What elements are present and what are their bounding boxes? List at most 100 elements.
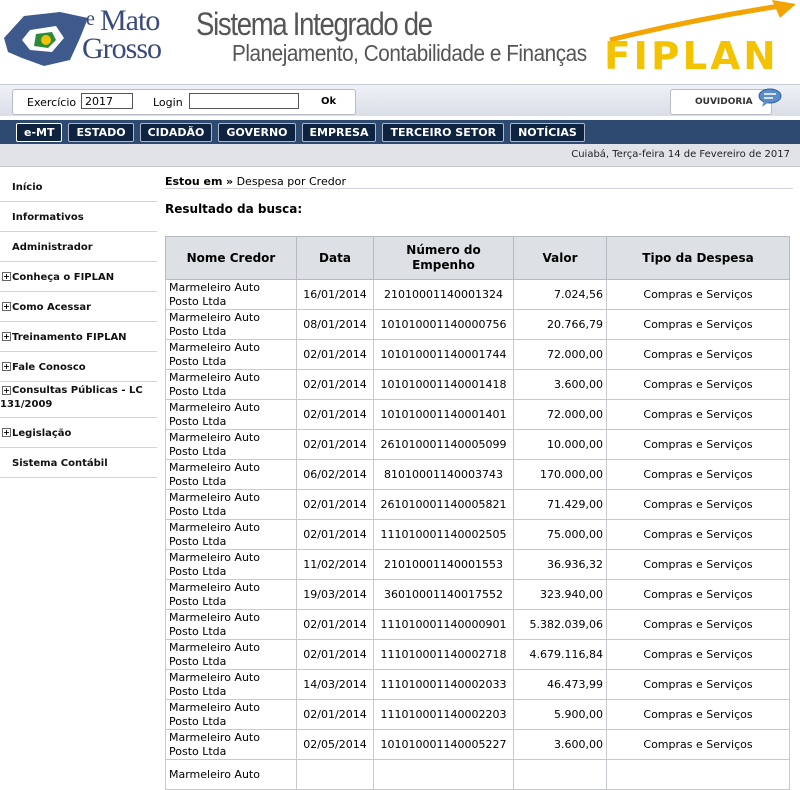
cell-data: 14/03/2014 bbox=[296, 669, 374, 700]
table-row: Marmeleiro Auto Posto Ltda 16/01/2014 2101… bbox=[165, 279, 790, 310]
cell-valor: 4.679.116,84 bbox=[513, 639, 607, 670]
cell-credor: Marmeleiro Auto Posto Ltda bbox=[165, 639, 297, 670]
cell-valor: 170.000,00 bbox=[513, 459, 607, 490]
nav-tab-0[interactable]: e-MT bbox=[16, 123, 63, 142]
fiplan-brand: FIPLAN bbox=[604, 34, 779, 78]
cell-valor: 36.936,32 bbox=[513, 549, 607, 580]
expand-plus-icon[interactable]: + bbox=[2, 332, 11, 341]
sidebar-item-label: Sistema Contábil bbox=[12, 458, 108, 469]
cell-data: 02/01/2014 bbox=[296, 339, 374, 370]
expand-plus-icon[interactable]: + bbox=[2, 428, 11, 437]
col-header-credor: Nome Credor bbox=[165, 236, 297, 280]
cell-tipo: Compras e Serviços bbox=[606, 699, 790, 730]
ouvidoria-label: OUVIDORIA bbox=[695, 97, 753, 107]
table-row: Marmeleiro Auto Posto Ltda 08/01/2014 1010… bbox=[165, 309, 790, 340]
login-field[interactable] bbox=[189, 93, 299, 109]
cell-empenho: 21010001140001324 bbox=[373, 279, 514, 310]
sidebar-item-label: Treinamento FIPLAN bbox=[12, 332, 127, 343]
sidebar-item-2[interactable]: Administrador bbox=[0, 232, 157, 262]
sidebar-item-label: Administrador bbox=[12, 242, 93, 253]
cell-tipo: Compras e Serviços bbox=[606, 549, 790, 580]
nav-tab-6[interactable]: NOTÍCIAS bbox=[510, 123, 585, 142]
cell-empenho: 111010001140002718 bbox=[373, 639, 514, 670]
expand-plus-icon[interactable]: + bbox=[2, 302, 11, 311]
cell-tipo: Compras e Serviços bbox=[606, 639, 790, 670]
nav-tab-2[interactable]: CIDADÃO bbox=[139, 123, 213, 142]
sidebar-item-label: Informativos bbox=[12, 212, 84, 223]
cell-tipo: Compras e Serviços bbox=[606, 579, 790, 610]
sidebar-item-4[interactable]: + Como Acessar bbox=[0, 292, 157, 322]
sidebar-item-label: Início bbox=[12, 182, 43, 193]
sidebar-item-7[interactable]: + Consultas Públicas - LC 131/2009 bbox=[0, 382, 157, 418]
nav-tab-4[interactable]: EMPRESA bbox=[301, 123, 377, 142]
cell-data: 02/01/2014 bbox=[296, 609, 374, 640]
table-row: Marmeleiro Auto Posto Ltda 02/01/2014 1010… bbox=[165, 369, 790, 400]
breadcrumb-prefix: Estou em bbox=[165, 175, 223, 188]
table-row: Marmeleiro Auto Posto Ltda 02/01/2014 1110… bbox=[165, 639, 790, 670]
ok-button[interactable]: Ok bbox=[321, 96, 336, 107]
cell-tipo: Compras e Serviços bbox=[606, 609, 790, 640]
sidebar-item-3[interactable]: + Conheça o FIPLAN bbox=[0, 262, 157, 292]
sidebar: Início Informativos Administrador + Conheça … bbox=[0, 172, 157, 478]
cell-empenho: 111010001140002505 bbox=[373, 519, 514, 550]
nav-tab-5[interactable]: TERCEIRO SETOR bbox=[382, 123, 505, 142]
cell-credor: Marmeleiro Auto Posto Ltda bbox=[165, 729, 297, 760]
exercicio-field[interactable]: 2017 bbox=[81, 93, 133, 109]
cell-valor: 20.766,79 bbox=[513, 309, 607, 340]
cell-valor: 10.000,00 bbox=[513, 429, 607, 460]
cell-empenho: 21010001140001553 bbox=[373, 549, 514, 580]
cell-valor: 323.940,00 bbox=[513, 579, 607, 610]
current-date: Cuiabá, Terça-feira 14 de Fevereiro de 2… bbox=[571, 149, 790, 160]
breadcrumb-divider bbox=[165, 188, 793, 189]
cell-credor: Marmeleiro Auto Posto Ltda bbox=[165, 579, 297, 610]
cell-valor: 71.429,00 bbox=[513, 489, 607, 520]
nav-tab-3[interactable]: GOVERNO bbox=[218, 123, 296, 142]
speech-bubble-icon[interactable] bbox=[757, 87, 783, 109]
cell-valor: 46.473,99 bbox=[513, 669, 607, 700]
expand-plus-icon[interactable]: + bbox=[2, 272, 11, 281]
sidebar-item-label: Legislação bbox=[12, 428, 72, 439]
table-row: Marmeleiro Auto Posto Ltda 02/01/2014 1110… bbox=[165, 519, 790, 550]
cell-valor: 5.900,00 bbox=[513, 699, 607, 730]
login-label: Login bbox=[153, 96, 183, 109]
main-nav: e-MT ESTADO CIDADÃO GOVERNO EMPRESA TERCEIRO … bbox=[0, 116, 800, 144]
table-row: Marmeleiro Auto Posto Ltda 02/01/2014 2610… bbox=[165, 429, 790, 460]
table-row: Marmeleiro Auto Posto Ltda 06/02/2014 8101… bbox=[165, 459, 790, 490]
expand-plus-icon[interactable]: + bbox=[2, 362, 11, 371]
mato-grosso-logo[interactable]: e Mato Grosso bbox=[0, 2, 180, 72]
sidebar-item-8[interactable]: + Legislação bbox=[0, 418, 157, 448]
login-form: Exercício 2017 Login Ok bbox=[12, 89, 356, 115]
col-header-valor: Valor bbox=[513, 236, 607, 280]
cell-empenho: 81010001140003743 bbox=[373, 459, 514, 490]
table-row: Marmeleiro Auto Posto Ltda 02/01/2014 1010… bbox=[165, 339, 790, 370]
cell-tipo: Compras e Serviços bbox=[606, 669, 790, 700]
sidebar-item-5[interactable]: + Treinamento FIPLAN bbox=[0, 322, 157, 352]
cell-data: 11/02/2014 bbox=[296, 549, 374, 580]
table-row: Marmeleiro Auto Posto Ltda 14/03/2014 1110… bbox=[165, 669, 790, 700]
table-row: Marmeleiro Auto Posto Ltda 02/01/2014 2610… bbox=[165, 489, 790, 520]
sidebar-item-6[interactable]: + Fale Conosco bbox=[0, 352, 157, 382]
cell-valor: 3.600,00 bbox=[513, 369, 607, 400]
cell-tipo: Compras e Serviços bbox=[606, 399, 790, 430]
cell-empenho: 36010001140017552 bbox=[373, 579, 514, 610]
breadcrumb-current[interactable]: Despesa por Credor bbox=[237, 175, 346, 188]
nav-tab-1[interactable]: ESTADO bbox=[68, 123, 134, 142]
cell-credor: Marmeleiro Auto Posto Ltda bbox=[165, 399, 297, 430]
cell-credor: Marmeleiro Auto Posto Ltda bbox=[165, 459, 297, 490]
cell-valor: 3.600,00 bbox=[513, 729, 607, 760]
cell-empenho: 261010001140005821 bbox=[373, 489, 514, 520]
cell-credor: Marmeleiro Auto Posto Ltda bbox=[165, 699, 297, 730]
cell-data: 16/01/2014 bbox=[296, 279, 374, 310]
cell-tipo: Compras e Serviços bbox=[606, 309, 790, 340]
logo-line2: Grosso bbox=[82, 32, 162, 65]
cell-data: 19/03/2014 bbox=[296, 579, 374, 610]
cell-data: 08/01/2014 bbox=[296, 309, 374, 340]
cell-credor: Marmeleiro Auto Posto Ltda bbox=[165, 549, 297, 580]
sidebar-item-9[interactable]: Sistema Contábil bbox=[0, 448, 157, 478]
sidebar-item-0[interactable]: Início bbox=[0, 172, 157, 202]
sidebar-item-1[interactable]: Informativos bbox=[0, 202, 157, 232]
cell-empenho: 261010001140005099 bbox=[373, 429, 514, 460]
cell-data: 02/01/2014 bbox=[296, 699, 374, 730]
system-title-line1: Sistema Integrado de bbox=[196, 6, 433, 42]
cell-empenho: 111010001140002033 bbox=[373, 669, 514, 700]
